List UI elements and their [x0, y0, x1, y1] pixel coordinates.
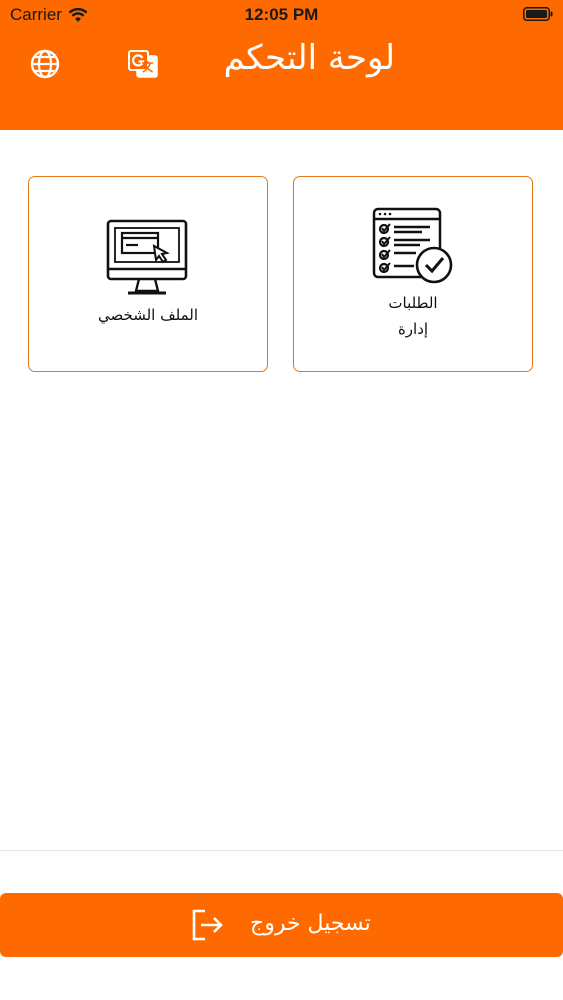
globe-icon: [30, 49, 60, 79]
translate-button[interactable]: [126, 47, 160, 81]
status-time: 12:05 PM: [244, 5, 319, 24]
language-globe-button[interactable]: [28, 47, 62, 81]
card-icon-wrapper: [29, 219, 267, 299]
battery-icon: [523, 7, 553, 21]
card-icon-wrapper: [294, 207, 532, 285]
logout-icon: [192, 909, 223, 941]
footer-divider: [0, 850, 563, 851]
card-label-line1: الطلبات: [388, 294, 438, 312]
card-label-line1: الملف الشخصي: [98, 306, 198, 324]
dashboard-screen: Carrier 12:05 PM لوحة التحكم الطلبات إدا…: [0, 0, 563, 1000]
status-bar: Carrier 12:05 PM: [0, 0, 563, 30]
checklist-check-icon: [372, 207, 453, 284]
logout-button[interactable]: تسجيل خروج: [0, 893, 563, 957]
monitor-cursor-icon: [106, 219, 188, 295]
logout-label: تسجيل خروج: [250, 911, 371, 936]
manage-orders-card[interactable]: الطلبات إدارة: [293, 176, 533, 372]
google-translate-icon: [128, 50, 158, 78]
profile-card[interactable]: الملف الشخصي: [28, 176, 268, 372]
page-title: لوحة التحكم: [223, 38, 395, 78]
card-label-line2: إدارة: [397, 320, 429, 338]
header-bar: Carrier 12:05 PM لوحة التحكم: [0, 0, 563, 130]
